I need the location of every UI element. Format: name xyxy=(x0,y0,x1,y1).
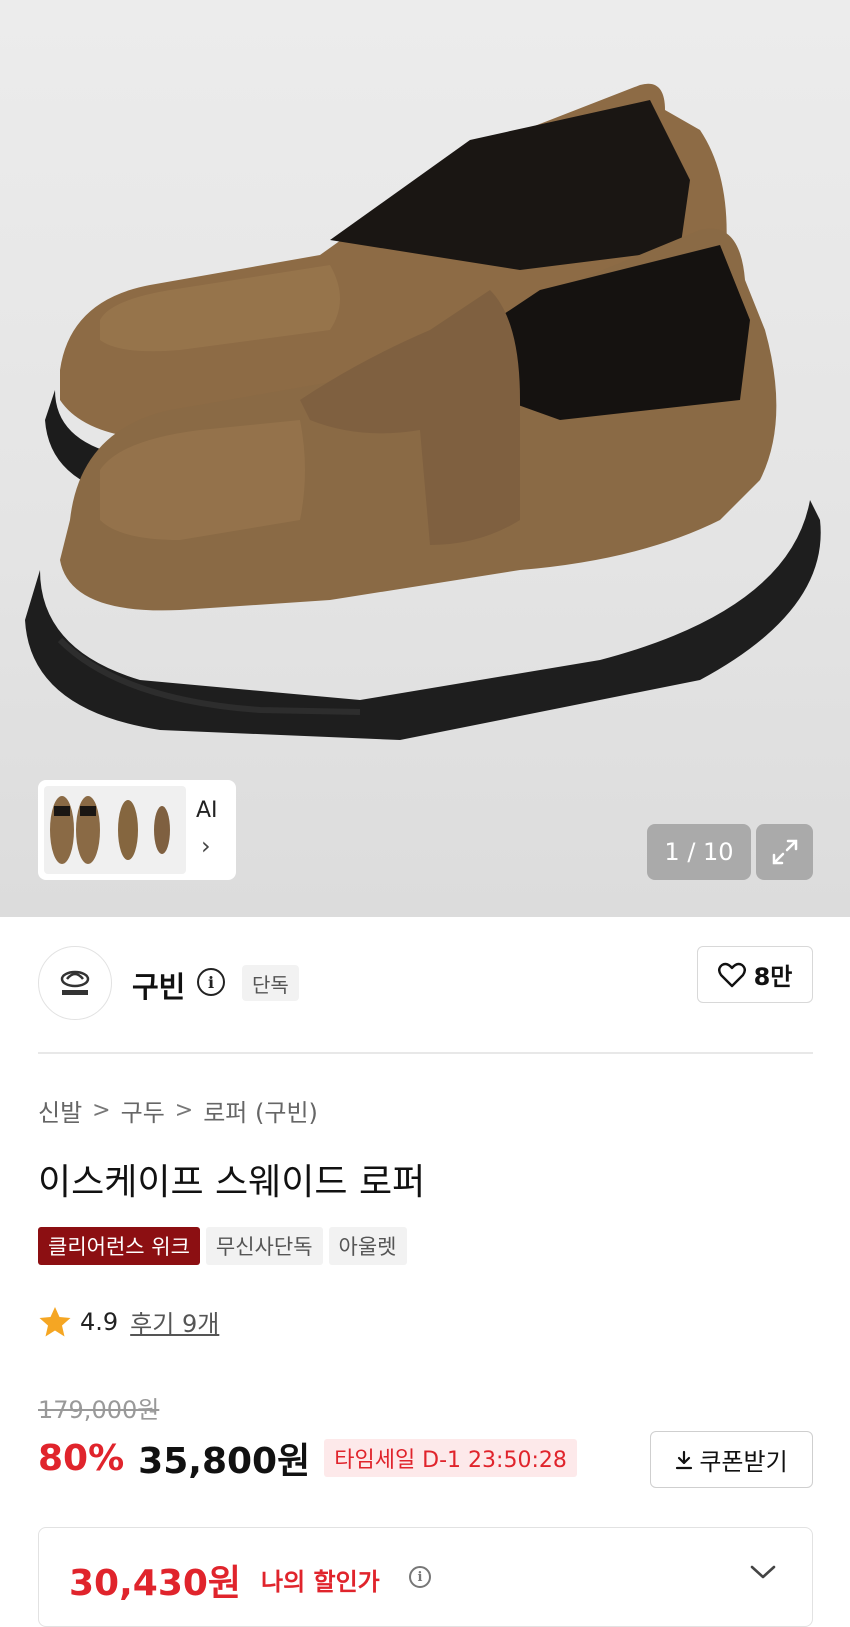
info-icon[interactable]: i xyxy=(197,968,225,996)
product-title: 이스케이프 스웨이드 로퍼 xyxy=(38,1162,426,1203)
sale-price: 35,800원 xyxy=(138,1441,311,1482)
rating-row: 4.9 후기 9개 xyxy=(38,1304,219,1339)
download-icon xyxy=(676,1450,693,1469)
divider xyxy=(38,1052,813,1054)
heart-icon xyxy=(717,962,746,987)
breadcrumb-item[interactable]: 로퍼 (구빈) xyxy=(203,1093,318,1128)
tag-clearance[interactable]: 클리어런스 위크 xyxy=(38,1227,200,1265)
price-row: 80% 35,800원 타임세일 D-1 23:50:28 xyxy=(38,1432,577,1484)
brand-logo[interactable] xyxy=(38,946,112,1020)
star-icon xyxy=(39,1306,71,1336)
brand-row: 구빈 i 단독 8만 xyxy=(38,946,813,1020)
chevron-down-icon[interactable] xyxy=(748,1562,778,1582)
like-count: 8만 xyxy=(753,963,793,991)
breadcrumb-item[interactable]: 구두 xyxy=(121,1093,165,1128)
my-discount-price: 30,430원 xyxy=(69,1563,242,1604)
my-discount-panel[interactable]: 30,430원 나의 할인가 i xyxy=(38,1527,813,1627)
breadcrumb: 신발 > 구두 > 로퍼 (구빈) xyxy=(38,1093,318,1128)
timesale-badge: 타임세일 D-1 23:50:28 xyxy=(324,1439,577,1477)
thumbnail-image xyxy=(44,786,186,874)
info-icon[interactable]: i xyxy=(409,1566,431,1588)
product-tags: 클리어런스 위크 무신사단독 아울렛 xyxy=(38,1227,407,1265)
discount-rate: 80% xyxy=(38,1437,125,1479)
coupon-button[interactable]: 쿠폰받기 xyxy=(650,1431,813,1488)
brand-name[interactable]: 구빈 xyxy=(132,964,185,1006)
expand-button[interactable] xyxy=(756,824,813,880)
tag-musinsa-exclusive[interactable]: 무신사단독 xyxy=(205,1227,323,1265)
breadcrumb-separator: > xyxy=(174,1098,194,1123)
ai-label: AI xyxy=(196,798,218,823)
product-gallery[interactable]: AI › 1 / 10 xyxy=(0,0,850,917)
breadcrumb-item[interactable]: 신발 xyxy=(38,1093,82,1128)
rating-score: 4.9 xyxy=(80,1307,119,1336)
chevron-right-icon: › xyxy=(201,832,211,860)
original-price: 179,000원 xyxy=(38,1396,160,1424)
like-button[interactable]: 8만 xyxy=(697,946,813,1003)
reviews-link[interactable]: 후기 9개 xyxy=(130,1304,219,1339)
ai-thumbnail-card[interactable]: AI › xyxy=(38,780,236,880)
my-discount-label: 나의 할인가 xyxy=(261,1568,380,1596)
expand-icon xyxy=(772,839,797,865)
tag-outlet[interactable]: 아울렛 xyxy=(328,1227,407,1265)
breadcrumb-separator: > xyxy=(92,1098,111,1123)
image-counter: 1 / 10 xyxy=(647,824,751,880)
exclusive-badge: 단독 xyxy=(242,965,299,1001)
brand-logo-mark xyxy=(60,970,90,995)
coupon-label: 쿠폰받기 xyxy=(699,1448,788,1476)
